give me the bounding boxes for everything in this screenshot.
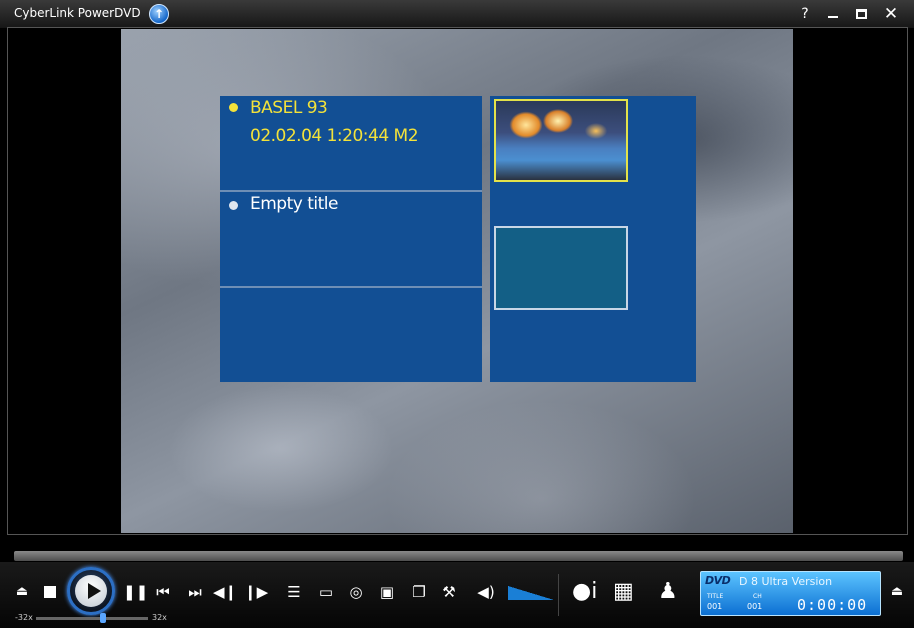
speed-slider-handle[interactable] [100,613,106,623]
speed-max-label: 32x [152,613,167,622]
settings-tools-icon[interactable]: ⚒ [438,584,460,600]
previous-chapter-icon[interactable]: ⏮ [153,584,173,600]
status-display[interactable]: DVD D 8 Ultra Version TITLE CH 001 001 0… [700,571,881,616]
info-icon[interactable]: ●i [572,578,597,606]
menu-title-1-name[interactable]: BASEL 93 [250,98,328,118]
app-title: CyberLink PowerDVD [14,6,141,20]
play-button[interactable] [67,567,115,615]
volume-icon[interactable]: ◀) [476,584,496,600]
dvd-logo: DVD [705,574,731,587]
subtitles-icon[interactable]: ▭ [315,584,337,600]
zoom-icon[interactable]: ❐ [409,584,429,600]
eject-drive-icon[interactable]: ⏏ [10,584,34,600]
elapsed-time: 0:00:00 [797,596,868,614]
speed-min-label: -32x [15,613,33,622]
title-list-panel: BASEL 93 02.02.04 1:20:44 M2 Empty title [220,96,482,382]
divider [220,190,482,192]
selected-bullet-icon [229,103,238,112]
seek-bar[interactable] [14,551,903,561]
dvd-menu-icon[interactable]: ♟ [658,578,678,606]
maximize-button[interactable] [851,4,871,24]
title-2-thumbnail[interactable] [494,226,628,310]
menu-title-1-date[interactable]: 02.02.04 1:20:44 M2 [250,126,419,146]
stop-button[interactable] [43,585,57,599]
menu-title-2-name[interactable]: Empty title [250,194,338,214]
play-icon [75,575,107,607]
volume-slider[interactable] [508,586,554,600]
menu-list-icon[interactable]: ☰ [284,584,304,600]
version-label: D 8 Ultra Version [739,575,833,588]
video-area[interactable]: BASEL 93 02.02.04 1:20:44 M2 Empty title [121,29,793,533]
thumbnail-panel [490,96,696,382]
chapter-label: CH [753,593,762,600]
next-chapter-icon[interactable]: ⏭ [185,584,205,600]
minimize-icon [828,16,838,18]
chapter-number: 001 [747,602,763,611]
collapse-panel-icon[interactable]: ⏏ [888,584,906,600]
title-number: 001 [707,602,723,611]
stop-icon [44,586,56,598]
minimize-button[interactable] [823,4,843,24]
media-library-icon[interactable]: ▦ [613,578,634,606]
close-button[interactable]: ✕ [881,4,901,24]
bullet-icon [229,201,238,210]
maximize-icon [855,9,867,19]
upgrade-icon[interactable]: ↑ [149,4,169,24]
title-1-thumbnail[interactable] [494,99,628,182]
divider [558,574,559,616]
snapshot-icon[interactable]: ▣ [377,584,397,600]
title-bar[interactable]: CyberLink PowerDVD ↑ ? ✕ [0,0,914,28]
divider [220,286,482,288]
title-label: TITLE [707,593,724,600]
step-back-icon[interactable]: ◀❙ [213,584,237,600]
help-button[interactable]: ? [795,4,815,24]
pause-icon[interactable]: ❚❚ [123,584,148,600]
step-forward-icon[interactable]: ❙▶ [244,584,268,600]
audio-language-icon[interactable]: ◎ [346,584,366,600]
speed-slider[interactable] [36,617,148,620]
